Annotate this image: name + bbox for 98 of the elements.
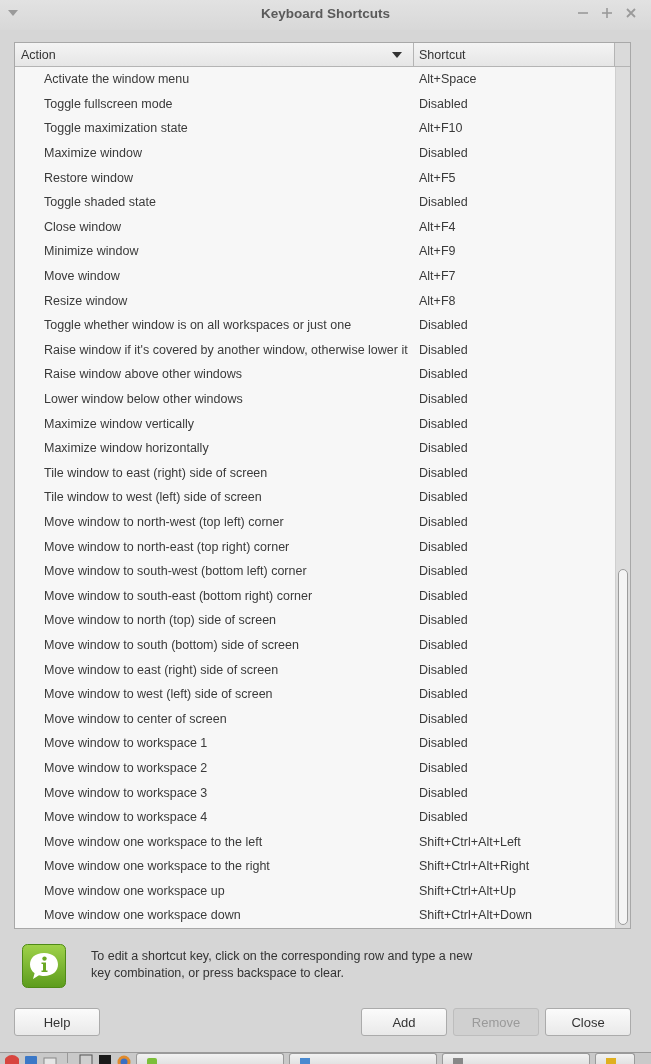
action-label: Close window	[44, 219, 122, 234]
info-bubble-icon	[22, 944, 66, 988]
action-label: Maximize window vertically	[44, 416, 195, 431]
shortcut-label: Disabled	[419, 810, 468, 825]
action-label: Lower window below other windows	[44, 392, 243, 406]
action-label: Move window to east (right) side of screen	[44, 662, 279, 677]
shortcut-label: Disabled	[419, 195, 468, 210]
close-icon[interactable]	[626, 8, 636, 18]
shortcut-label: Alt+F9	[419, 244, 456, 259]
app-launcher-icon[interactable]	[24, 1054, 38, 1064]
taskbar-button[interactable]	[595, 1053, 635, 1064]
shortcut-label: Disabled	[419, 465, 468, 480]
terminal-icon[interactable]	[98, 1054, 112, 1064]
action-label: Move window to workspace 3	[44, 785, 208, 800]
action-label: Toggle shaded state	[44, 195, 156, 210]
shortcut-label: Shift+Ctrl+Alt+Left	[419, 834, 521, 849]
action-label: Move window to south (bottom) side of screen	[44, 637, 299, 652]
action-label: Move window one workspace down	[44, 908, 241, 923]
action-label: Toggle maximization state	[44, 121, 188, 136]
action-label: Move window to north-east (top right) corner	[44, 539, 290, 554]
sort-arrow-icon[interactable]	[392, 51, 402, 58]
shortcut-label: Disabled	[419, 96, 468, 111]
shortcut-label: Disabled	[419, 539, 468, 554]
action-label: Move window to workspace 1	[44, 736, 208, 751]
app-launcher-icon[interactable]	[5, 1054, 19, 1064]
action-label: Raise window if it's covered by another window, otherwise lower it	[44, 342, 408, 357]
shortcut-label: Disabled	[419, 416, 468, 431]
action-label: Maximize window	[44, 146, 142, 161]
shortcut-label: Disabled	[419, 564, 468, 579]
app-launcher-icon[interactable]	[117, 1054, 131, 1064]
shortcut-label: Disabled	[419, 662, 468, 677]
shortcut-label: Disabled	[419, 637, 468, 652]
shortcut-label: Alt+F10	[419, 121, 463, 136]
shortcut-label: Disabled	[419, 490, 468, 505]
shortcut-label: Disabled	[419, 588, 468, 603]
column-header[interactable]: Shortcut	[414, 43, 615, 66]
shortcut-label: Shift+Ctrl+Alt+Up	[419, 883, 516, 898]
action-label: Toggle fullscreen mode	[44, 96, 173, 111]
action-label: Move window one workspace to the right	[44, 859, 270, 874]
action-label: Restore window	[44, 170, 133, 185]
scrollbar-track[interactable]	[615, 67, 630, 928]
action-label: Move window to north (top) side of screen	[44, 613, 277, 628]
window-title: Keyboard Shortcuts	[261, 6, 390, 21]
action-label: Activate the window menu	[44, 72, 190, 87]
shortcut-label: Disabled	[419, 441, 468, 456]
shortcut-label: Shift+Ctrl+Alt+Down	[419, 908, 532, 923]
shortcut-label: Disabled	[419, 687, 468, 702]
shortcut-label: Disabled	[419, 146, 468, 161]
action-label: Move window to north-west (top left) corner	[44, 515, 284, 529]
add-button[interactable]: Add	[361, 1008, 447, 1036]
action-label: Move window to workspace 2	[44, 760, 208, 775]
maximize-icon[interactable]	[602, 8, 612, 18]
action-label: Minimize window	[44, 244, 139, 259]
action-label: Move window to south-east (bottom right) corner	[44, 588, 313, 603]
shortcut-label: Disabled	[419, 392, 468, 406]
action-label: Move window to west (left) side of screen	[44, 687, 273, 702]
shortcut-label: Alt+F8	[419, 293, 456, 308]
action-label: Move window to center of screen	[44, 711, 227, 726]
shortcut-label: Alt+F5	[419, 170, 456, 185]
action-label: Toggle whether window is on all workspaces or just one	[44, 318, 352, 333]
window-menu-icon[interactable]	[8, 10, 18, 16]
action-label: Maximize window horizontally	[44, 441, 209, 456]
shortcut-label: Disabled	[419, 515, 468, 529]
action-label: Resize window	[44, 293, 128, 308]
taskbar-button[interactable]	[136, 1053, 284, 1064]
action-label: Move window to workspace 4	[44, 810, 208, 825]
action-label: Move window	[44, 269, 120, 284]
app-icon	[453, 1056, 463, 1064]
action-label: Raise window above other windows	[44, 367, 243, 382]
shortcut-label: Alt+F4	[419, 219, 456, 234]
column-header[interactable]: Action	[15, 43, 414, 66]
shortcut-label: Shift+Ctrl+Alt+Right	[419, 859, 530, 874]
app-icon	[147, 1056, 157, 1064]
app-icon	[606, 1056, 616, 1064]
shortcut-label: Disabled	[419, 736, 468, 751]
shortcut-label: Disabled	[419, 342, 468, 357]
taskbar-button[interactable]	[442, 1053, 590, 1064]
action-label: Move window one workspace to the left	[44, 834, 263, 849]
shortcut-label: Disabled	[419, 367, 468, 382]
shortcut-label: Disabled	[419, 785, 468, 800]
action-label: Move window one workspace up	[44, 883, 225, 898]
action-label: Tile window to west (left) side of screen	[44, 490, 262, 505]
info-text: To edit a shortcut key, click on the corresponding row and type a new key combination, or press backspace to clear.	[91, 948, 473, 982]
action-label: Move window to south-west (bottom left) corner	[44, 564, 307, 579]
close-button[interactable]: Close	[545, 1008, 631, 1036]
action-label: Tile window to east (right) side of screen	[44, 465, 268, 480]
app-icon	[300, 1056, 310, 1064]
help-button[interactable]: Help	[14, 1008, 100, 1036]
shortcut-label: Disabled	[419, 613, 468, 628]
scrollbar-thumb[interactable]	[618, 569, 628, 925]
shortcut-label: Alt+Space	[419, 72, 477, 87]
taskbar-button[interactable]	[289, 1053, 437, 1064]
shortcut-label: Disabled	[419, 711, 468, 726]
shortcut-label: Disabled	[419, 318, 468, 333]
shortcut-label: Alt+F7	[419, 269, 456, 284]
shortcut-label: Disabled	[419, 760, 468, 775]
app-launcher-icon[interactable]	[79, 1054, 93, 1064]
app-launcher-icon[interactable]	[43, 1054, 57, 1064]
